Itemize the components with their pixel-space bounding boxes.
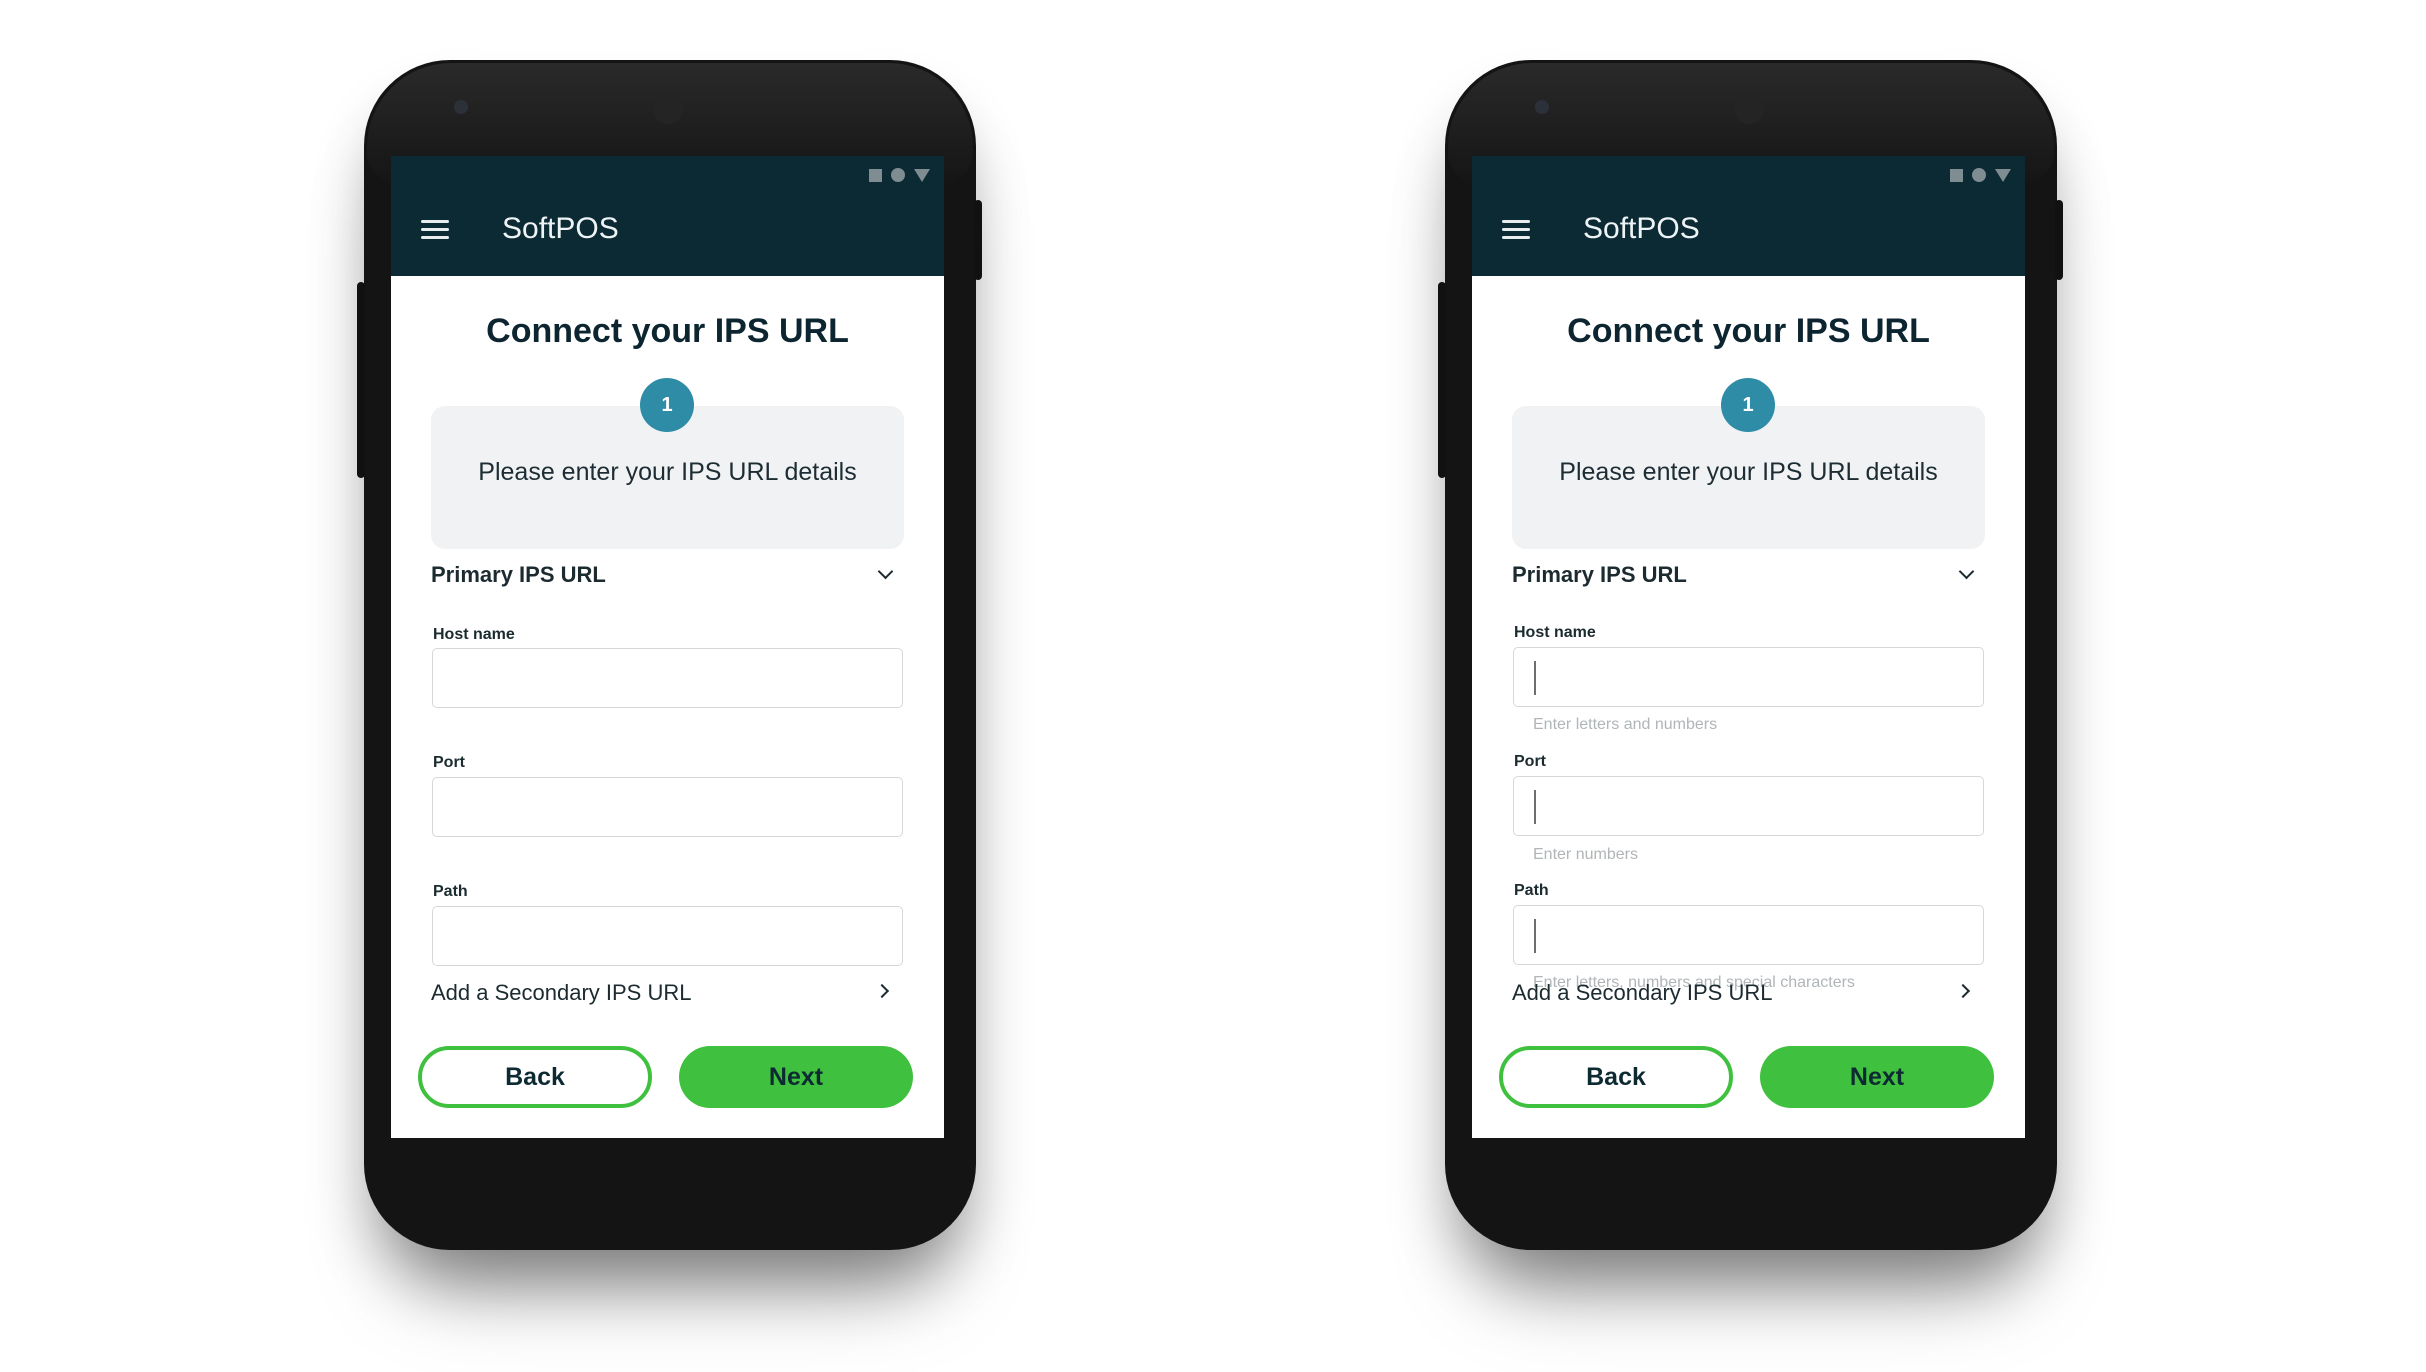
path-label: Path: [433, 883, 468, 900]
status-triangle-icon: [914, 168, 930, 182]
status-triangle-icon: [1995, 168, 2011, 182]
host-name-input[interactable]: [1513, 647, 1984, 707]
port-input[interactable]: [1513, 776, 1984, 836]
page-title: Connect your IPS URL: [1567, 312, 1930, 350]
status-circle-icon: [1972, 168, 1986, 182]
chevron-right-icon: [1955, 983, 1971, 999]
section-title: Primary IPS URL: [1512, 562, 1687, 587]
status-circle-icon: [891, 168, 905, 182]
screen: SoftPOS Connect your IPS URL 1 Please en…: [1472, 156, 2025, 1138]
back-button[interactable]: Back: [418, 1046, 652, 1108]
port-label: Port: [433, 754, 465, 771]
back-button[interactable]: Back: [1499, 1046, 1733, 1108]
host-name-input[interactable]: [432, 648, 903, 708]
add-secondary-ips-url[interactable]: Add a Secondary IPS URL: [431, 976, 891, 1012]
secondary-label: Add a Secondary IPS URL: [1512, 980, 1773, 1005]
status-square-icon: [869, 168, 882, 182]
sensor-dot: [1535, 100, 1549, 114]
page-title: Connect your IPS URL: [486, 312, 849, 350]
step-instruction: Please enter your IPS URL details: [478, 458, 857, 486]
text-caret: [1534, 919, 1536, 953]
host-name-hint: Enter letters and numbers: [1533, 716, 1718, 733]
volume-button: [357, 282, 365, 478]
primary-ips-url-header[interactable]: Primary IPS URL: [431, 560, 894, 596]
text-caret: [1534, 661, 1536, 695]
hamburger-menu-icon[interactable]: [1502, 220, 1530, 240]
next-button[interactable]: Next: [679, 1046, 913, 1108]
screen: SoftPOS Connect your IPS URL 1 Please en…: [391, 156, 944, 1138]
secondary-label: Add a Secondary IPS URL: [431, 980, 692, 1005]
chevron-down-icon: [877, 563, 894, 580]
port-input[interactable]: [432, 777, 903, 837]
path-input[interactable]: [1513, 905, 1984, 965]
step-badge: 1: [1721, 378, 1775, 432]
front-camera: [653, 94, 683, 124]
section-title: Primary IPS URL: [431, 562, 606, 587]
port-hint: Enter numbers: [1533, 846, 1638, 863]
chevron-right-icon: [874, 983, 890, 999]
primary-ips-url-header[interactable]: Primary IPS URL: [1512, 560, 1975, 596]
path-label: Path: [1514, 882, 1549, 899]
host-name-label: Host name: [1514, 624, 1596, 641]
status-square-icon: [1950, 168, 1963, 182]
status-bar: [869, 168, 930, 182]
hamburger-menu-icon[interactable]: [421, 220, 449, 240]
phone-left: SoftPOS Connect your IPS URL 1 Please en…: [357, 60, 982, 1250]
step-instruction: Please enter your IPS URL details: [1559, 458, 1938, 486]
text-caret: [1534, 790, 1536, 824]
app-bar: SoftPOS: [391, 156, 944, 276]
sensor-dot: [454, 100, 468, 114]
port-label: Port: [1514, 753, 1546, 770]
app-title: SoftPOS: [1583, 212, 1700, 245]
volume-button: [1438, 282, 1446, 478]
app-title: SoftPOS: [502, 212, 619, 245]
chevron-down-icon: [1958, 563, 1975, 580]
app-bar: SoftPOS: [1472, 156, 2025, 276]
power-button: [2055, 200, 2063, 280]
path-input[interactable]: [432, 906, 903, 966]
status-bar: [1950, 168, 2011, 182]
power-button: [974, 200, 982, 280]
next-button[interactable]: Next: [1760, 1046, 1994, 1108]
host-name-label: Host name: [433, 626, 515, 643]
phone-right: SoftPOS Connect your IPS URL 1 Please en…: [1438, 60, 2063, 1250]
front-camera: [1734, 94, 1764, 124]
step-badge: 1: [640, 378, 694, 432]
add-secondary-ips-url[interactable]: Add a Secondary IPS URL: [1512, 976, 1972, 1012]
